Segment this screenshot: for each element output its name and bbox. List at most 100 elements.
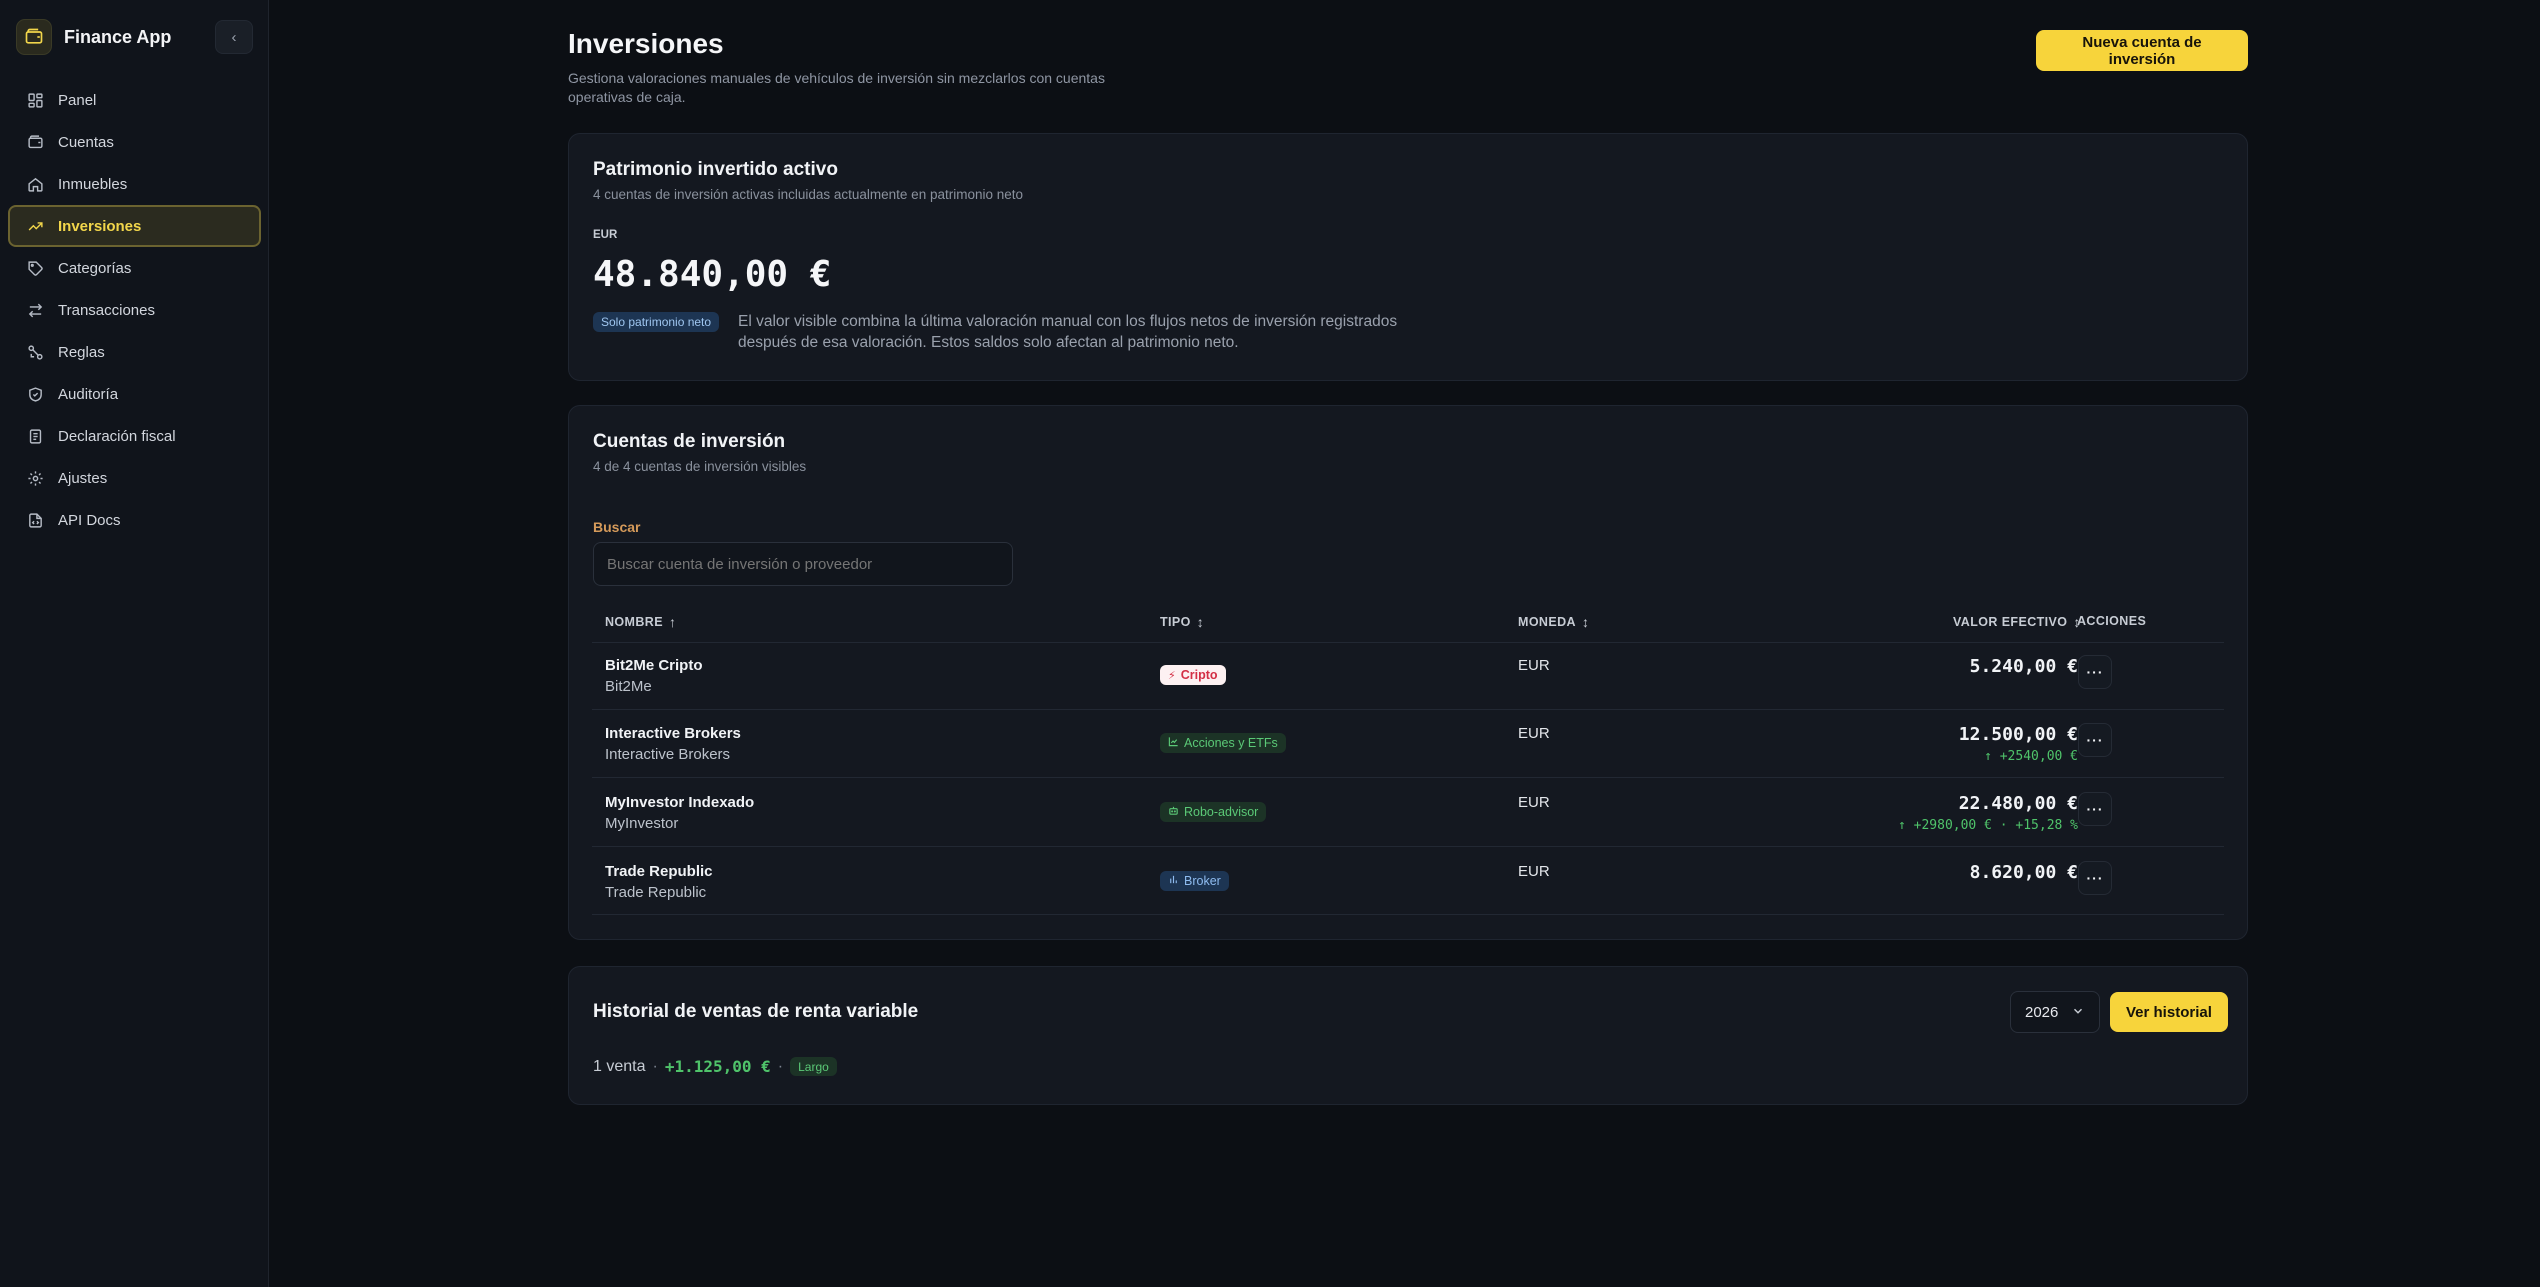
accounts-title: Cuentas de inversión	[593, 431, 786, 452]
divider	[592, 846, 2224, 847]
account-currency: EUR	[1518, 725, 1550, 742]
divider	[592, 777, 2224, 778]
net-worth-only-badge: Solo patrimonio neto	[593, 312, 720, 332]
sidebar-item-auditoria[interactable]: Auditoría	[8, 373, 261, 415]
sidebar: Finance App ‹ Panel Cuentas Inmuebles In…	[0, 0, 269, 1287]
account-delta: ↑ +2540,00 €	[1984, 749, 2078, 764]
gear-icon	[26, 469, 44, 487]
account-delta: ↑ +2980,00 € · +15,28 %	[1897, 818, 2078, 833]
page-title: Inversiones	[568, 28, 724, 59]
chevron-down-icon	[2071, 1004, 2085, 1022]
account-name: MyInvestor Indexado	[605, 794, 755, 811]
home-icon	[26, 175, 44, 193]
sidebar-item-label: Cuentas	[58, 133, 114, 151]
row-actions-button[interactable]: ···	[2078, 792, 2112, 826]
sidebar-item-label: Transacciones	[58, 301, 155, 319]
search-input[interactable]	[593, 542, 1013, 586]
sales-count: 1 venta	[593, 1057, 646, 1075]
brand[interactable]: Finance App	[16, 18, 171, 56]
type-badge-robo-advisor: Robo-advisor	[1160, 802, 1267, 822]
year-select[interactable]: 2026	[2010, 991, 2100, 1033]
summary-currency: EUR	[593, 229, 618, 241]
column-header-currency[interactable]: MONEDA ↕	[1518, 614, 1589, 630]
sidebar-item-panel[interactable]: Panel	[8, 79, 261, 121]
column-label: TIPO	[1160, 615, 1191, 629]
column-label: VALOR EFECTIVO	[1953, 615, 2068, 629]
separator: ·	[777, 1057, 784, 1075]
column-header-actions: ACCIONES	[2077, 614, 2146, 628]
tag-icon	[26, 259, 44, 277]
more-horizontal-icon: ···	[2086, 870, 2104, 886]
account-name: Bit2Me Cripto	[605, 657, 703, 674]
sort-icon: ↕	[1581, 614, 1590, 630]
sort-icon: ↕	[1196, 614, 1205, 630]
column-header-value[interactable]: VALOR EFECTIVO ↕	[1953, 614, 2081, 630]
row-actions-button[interactable]: ···	[2078, 655, 2112, 689]
more-horizontal-icon: ···	[2086, 664, 2104, 680]
arrows-swap-icon	[26, 301, 44, 319]
sales-summary: 1 venta · +1.125,00 € · Largo	[593, 1057, 837, 1076]
view-history-button[interactable]: Ver historial	[2110, 992, 2228, 1032]
sidebar-item-inmuebles[interactable]: Inmuebles	[8, 163, 261, 205]
sales-history-title: Historial de ventas de renta variable	[593, 1001, 919, 1022]
summary-card: Patrimonio invertido activo 4 cuentas de…	[568, 133, 2248, 381]
collapse-sidebar-button[interactable]: ‹	[215, 20, 253, 54]
account-value: 5.240,00 €	[1969, 656, 2078, 677]
account-value: 8.620,00 €	[1969, 862, 2078, 883]
summary-title: Patrimonio invertido activo	[593, 159, 838, 180]
summary-note: El valor visible combina la última valor…	[738, 313, 1398, 351]
sales-amount: +1.125,00 €	[664, 1057, 771, 1076]
file-code-icon	[26, 511, 44, 529]
sidebar-item-label: Inmuebles	[58, 175, 128, 193]
account-provider: Trade Republic	[605, 884, 707, 901]
sidebar-item-cuentas[interactable]: Cuentas	[8, 121, 261, 163]
workflow-icon	[26, 343, 44, 361]
type-badge-broker: Broker	[1160, 871, 1229, 891]
type-label: Acciones y ETFs	[1184, 736, 1278, 750]
account-provider: Interactive Brokers	[605, 746, 731, 763]
sort-asc-icon: ↑	[668, 614, 677, 630]
account-provider: MyInvestor	[605, 815, 679, 832]
column-header-name[interactable]: NOMBRE ↑	[605, 614, 676, 630]
divider	[592, 642, 2224, 643]
divider	[592, 914, 2224, 915]
column-label: MONEDA	[1518, 615, 1576, 629]
bar-chart-icon	[1168, 874, 1179, 888]
bolt-icon: ⚡	[1168, 669, 1176, 682]
type-label: Broker	[1184, 874, 1221, 888]
sidebar-item-reglas[interactable]: Reglas	[8, 331, 261, 373]
wallet-icon	[16, 19, 52, 55]
year-select-value: 2026	[2025, 1003, 2059, 1021]
row-actions-button[interactable]: ···	[2078, 723, 2112, 757]
divider	[592, 709, 2224, 710]
sidebar-item-ajustes[interactable]: Ajustes	[8, 457, 261, 499]
sidebar-nav: Panel Cuentas Inmuebles Inversiones Cate…	[8, 79, 261, 541]
account-currency: EUR	[1518, 863, 1550, 880]
app-name: Finance App	[64, 26, 172, 47]
type-label: Cripto	[1180, 668, 1218, 682]
separator: ·	[652, 1057, 658, 1075]
summary-total: 48.840,00 €	[593, 254, 832, 295]
account-name: Interactive Brokers	[605, 725, 741, 742]
sidebar-item-categorias[interactable]: Categorías	[8, 247, 261, 289]
sidebar-item-transacciones[interactable]: Transacciones	[8, 289, 261, 331]
column-label: NOMBRE	[605, 615, 663, 629]
search-label: Buscar	[593, 519, 641, 535]
sidebar-item-label: API Docs	[58, 511, 121, 529]
sidebar-item-label: Panel	[58, 91, 97, 109]
sidebar-item-inversiones[interactable]: Inversiones	[8, 205, 261, 247]
sidebar-item-declaracion-fiscal[interactable]: Declaración fiscal	[8, 415, 261, 457]
type-label: Robo-advisor	[1184, 805, 1259, 819]
more-horizontal-icon: ···	[2086, 801, 2104, 817]
grid-icon	[26, 91, 44, 109]
row-actions-button[interactable]: ···	[2078, 861, 2112, 895]
term-badge: Largo	[790, 1057, 837, 1076]
bot-icon	[1168, 805, 1179, 819]
column-header-type[interactable]: TIPO ↕	[1160, 614, 1204, 630]
summary-subtitle: 4 cuentas de inversión activas incluidas…	[593, 187, 1024, 202]
column-label: ACCIONES	[2077, 614, 2147, 628]
account-provider: Bit2Me	[605, 678, 652, 695]
new-investment-account-button[interactable]: Nueva cuenta de inversión	[2036, 30, 2248, 71]
sidebar-item-label: Inversiones	[58, 217, 142, 235]
sidebar-item-api-docs[interactable]: API Docs	[8, 499, 261, 541]
